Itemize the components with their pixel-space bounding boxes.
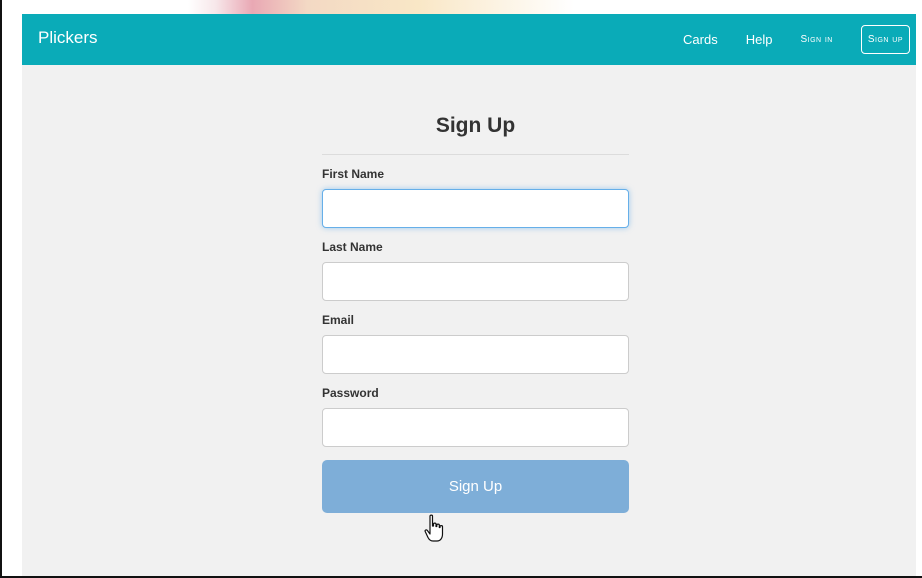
screenshot-frame: Plickers Cards Help Sign in Sign up Sign… [0, 0, 922, 578]
nav-link-sign-in[interactable]: Sign in [800, 34, 832, 45]
app-window: Plickers Cards Help Sign in Sign up Sign… [22, 14, 916, 576]
sign-up-submit-button[interactable]: Sign Up [322, 460, 629, 513]
signup-form: Sign Up First Name Last Name Email Passw… [322, 114, 629, 513]
background-strip [4, 0, 922, 14]
email-input[interactable] [322, 335, 629, 374]
email-label: Email [322, 313, 355, 327]
hand-pointer-icon [424, 514, 444, 542]
first-name-label: First Name [322, 167, 385, 181]
password-input[interactable] [322, 408, 629, 447]
last-name-input[interactable] [322, 262, 629, 301]
last-name-label: Last Name [322, 240, 383, 254]
nav-sign-up-button[interactable]: Sign up [860, 25, 910, 54]
nav-sign-up-label: Sign up [867, 34, 903, 45]
first-name-input[interactable] [322, 189, 629, 228]
password-label: Password [322, 386, 379, 400]
nav-link-cards[interactable]: Cards [683, 32, 718, 47]
navbar: Plickers Cards Help Sign in Sign up [22, 14, 916, 65]
form-title: Sign Up [322, 114, 629, 155]
nav-link-help[interactable]: Help [746, 32, 773, 47]
nav-links: Cards Help Sign in Sign up [683, 14, 916, 65]
brand-logo[interactable]: Plickers [38, 28, 98, 48]
